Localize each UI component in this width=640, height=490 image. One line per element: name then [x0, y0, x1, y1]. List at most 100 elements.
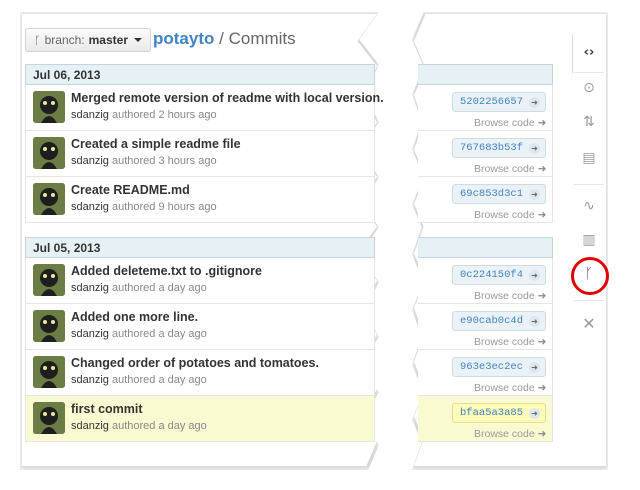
title-separator: / — [219, 29, 224, 48]
commit-author[interactable]: sdanzig — [71, 282, 109, 294]
browse-code-label: Browse code — [474, 336, 535, 348]
graphs-icon[interactable]: ▥ — [574, 232, 604, 248]
commit-author[interactable]: sdanzig — [71, 201, 109, 213]
commit-row: Merged remote version of readme with loc… — [25, 85, 384, 131]
browse-code-link[interactable]: Browse code ➜ — [474, 336, 546, 348]
commit-meta: sdanzig authored a day ago — [71, 374, 207, 386]
commit-time: authored 9 hours ago — [111, 201, 217, 213]
commit-author[interactable]: sdanzig — [71, 109, 109, 121]
commit-time: authored 2 hours ago — [111, 109, 217, 121]
avatar[interactable] — [33, 137, 65, 169]
commit-message[interactable]: first commit — [71, 402, 143, 416]
browse-code-link[interactable]: Browse code ➜ — [474, 117, 546, 129]
commit-time: authored a day ago — [111, 282, 207, 294]
arrow-right-icon: ➜ — [537, 382, 547, 394]
sha-value: 0c224150f4 — [460, 269, 524, 281]
commit-row: Added deleteme.txt to .gitignore sdanzig… — [25, 258, 375, 304]
avatar[interactable] — [33, 310, 65, 342]
commit-author[interactable]: sdanzig — [71, 155, 109, 167]
pulse-icon[interactable]: ∿ — [574, 198, 604, 214]
browse-code-link[interactable]: Browse code ➜ — [474, 209, 546, 221]
commit-row: Created a simple readme file sdanzig aut… — [25, 131, 375, 177]
sidebar-divider — [574, 184, 604, 185]
avatar[interactable] — [33, 356, 65, 388]
browse-code-label: Browse code — [474, 428, 535, 440]
commit-message[interactable]: Added deleteme.txt to .gitignore — [71, 264, 262, 278]
date-header-right — [418, 64, 553, 85]
arrow-right-icon: ➜ — [529, 143, 540, 154]
arrow-right-icon: ➜ — [529, 362, 540, 373]
date-header: Jul 06, 2013 — [25, 64, 375, 85]
commit-message[interactable]: Create README.md — [71, 183, 190, 197]
arrow-right-icon: ➜ — [529, 97, 540, 108]
commit-message[interactable]: Changed order of potatoes and tomatoes. — [71, 356, 319, 370]
commit-row: Changed order of potatoes and tomatoes. … — [25, 350, 375, 396]
sha-value: 963e3ec2ec — [460, 361, 524, 373]
page-name: Commits — [228, 29, 296, 48]
sha-button[interactable]: 69c853d3c1 ➜ — [452, 184, 546, 204]
sha-value: e90cab0c4d — [460, 315, 524, 327]
arrow-right-icon: ➜ — [529, 189, 540, 200]
sha-button[interactable]: 963e3ec2ec ➜ — [452, 357, 546, 377]
arrow-right-icon: ➜ — [529, 316, 540, 327]
sha-button[interactable]: bfaa5a3a85 ➜ — [452, 403, 546, 423]
arrow-right-icon: ➜ — [529, 270, 540, 281]
commit-author[interactable]: sdanzig — [71, 328, 109, 340]
wiki-icon[interactable]: ▤ — [574, 150, 604, 166]
commit-time: authored a day ago — [111, 420, 207, 432]
browse-code-label: Browse code — [474, 209, 535, 221]
avatar[interactable] — [33, 402, 65, 434]
sidebar-divider — [574, 72, 604, 73]
sha-button[interactable]: 5202256657 ➜ — [452, 92, 546, 112]
avatar[interactable] — [33, 183, 65, 215]
sha-value: 5202256657 — [460, 96, 524, 108]
commit-meta: sdanzig authored 9 hours ago — [71, 201, 217, 213]
arrow-right-icon: ➜ — [537, 209, 547, 221]
page-title: potayto / Commits — [153, 28, 296, 50]
settings-icon[interactable]: ✕ — [574, 314, 604, 333]
sha-value: 767683b53f — [460, 142, 524, 154]
pull-request-icon[interactable]: ⇅ — [574, 114, 604, 130]
highlight-circle — [571, 257, 609, 295]
browse-code-label: Browse code — [474, 163, 535, 175]
arrow-right-icon: ➜ — [537, 163, 547, 175]
avatar[interactable] — [33, 264, 65, 296]
branch-selector-button[interactable]: ᚴ branch: master — [25, 28, 151, 52]
browse-code-label: Browse code — [474, 117, 535, 129]
commit-meta: sdanzig authored a day ago — [71, 420, 207, 432]
commit-time: authored 3 hours ago — [111, 155, 217, 167]
commit-message[interactable]: Created a simple readme file — [71, 137, 241, 151]
commit-author[interactable]: sdanzig — [71, 420, 109, 432]
arrow-right-icon: ➜ — [537, 117, 547, 129]
arrow-right-icon: ➜ — [537, 336, 547, 348]
commit-row: Create README.md sdanzig authored 9 hour… — [25, 177, 375, 223]
avatar[interactable] — [33, 91, 65, 123]
commit-message[interactable]: Added one more line. — [71, 310, 198, 324]
browse-code-link[interactable]: Browse code ➜ — [474, 290, 546, 302]
date-header-right — [418, 237, 553, 258]
commit-message[interactable]: Merged remote version of readme with loc… — [71, 91, 384, 105]
sha-button[interactable]: 0c224150f4 ➜ — [452, 265, 546, 285]
commit-meta: sdanzig authored a day ago — [71, 328, 207, 340]
commit-meta: sdanzig authored 2 hours ago — [71, 109, 217, 121]
sidebar-divider — [574, 300, 604, 301]
browse-code-link[interactable]: Browse code ➜ — [474, 163, 546, 175]
sha-value: bfaa5a3a85 — [460, 407, 524, 419]
arrow-right-icon: ➜ — [537, 290, 547, 302]
branch-icon: ᚴ — [34, 33, 41, 47]
sha-value: 69c853d3c1 — [460, 188, 524, 200]
commit-author[interactable]: sdanzig — [71, 374, 109, 386]
browse-code-link[interactable]: Browse code ➜ — [474, 382, 546, 394]
browse-code-label: Browse code — [474, 290, 535, 302]
issues-icon[interactable]: ⊙ — [574, 80, 604, 96]
arrow-right-icon: ➜ — [529, 408, 540, 419]
code-icon[interactable]: ‹› — [574, 45, 604, 60]
sha-button[interactable]: 767683b53f ➜ — [452, 138, 546, 158]
commit-time: authored a day ago — [111, 328, 207, 340]
browse-code-link[interactable]: Browse code ➜ — [474, 428, 546, 440]
sha-button[interactable]: e90cab0c4d ➜ — [452, 311, 546, 331]
repo-link[interactable]: potayto — [153, 29, 214, 48]
commit-time: authored a day ago — [111, 374, 207, 386]
branch-value: master — [88, 33, 128, 47]
commit-meta: sdanzig authored a day ago — [71, 282, 207, 294]
